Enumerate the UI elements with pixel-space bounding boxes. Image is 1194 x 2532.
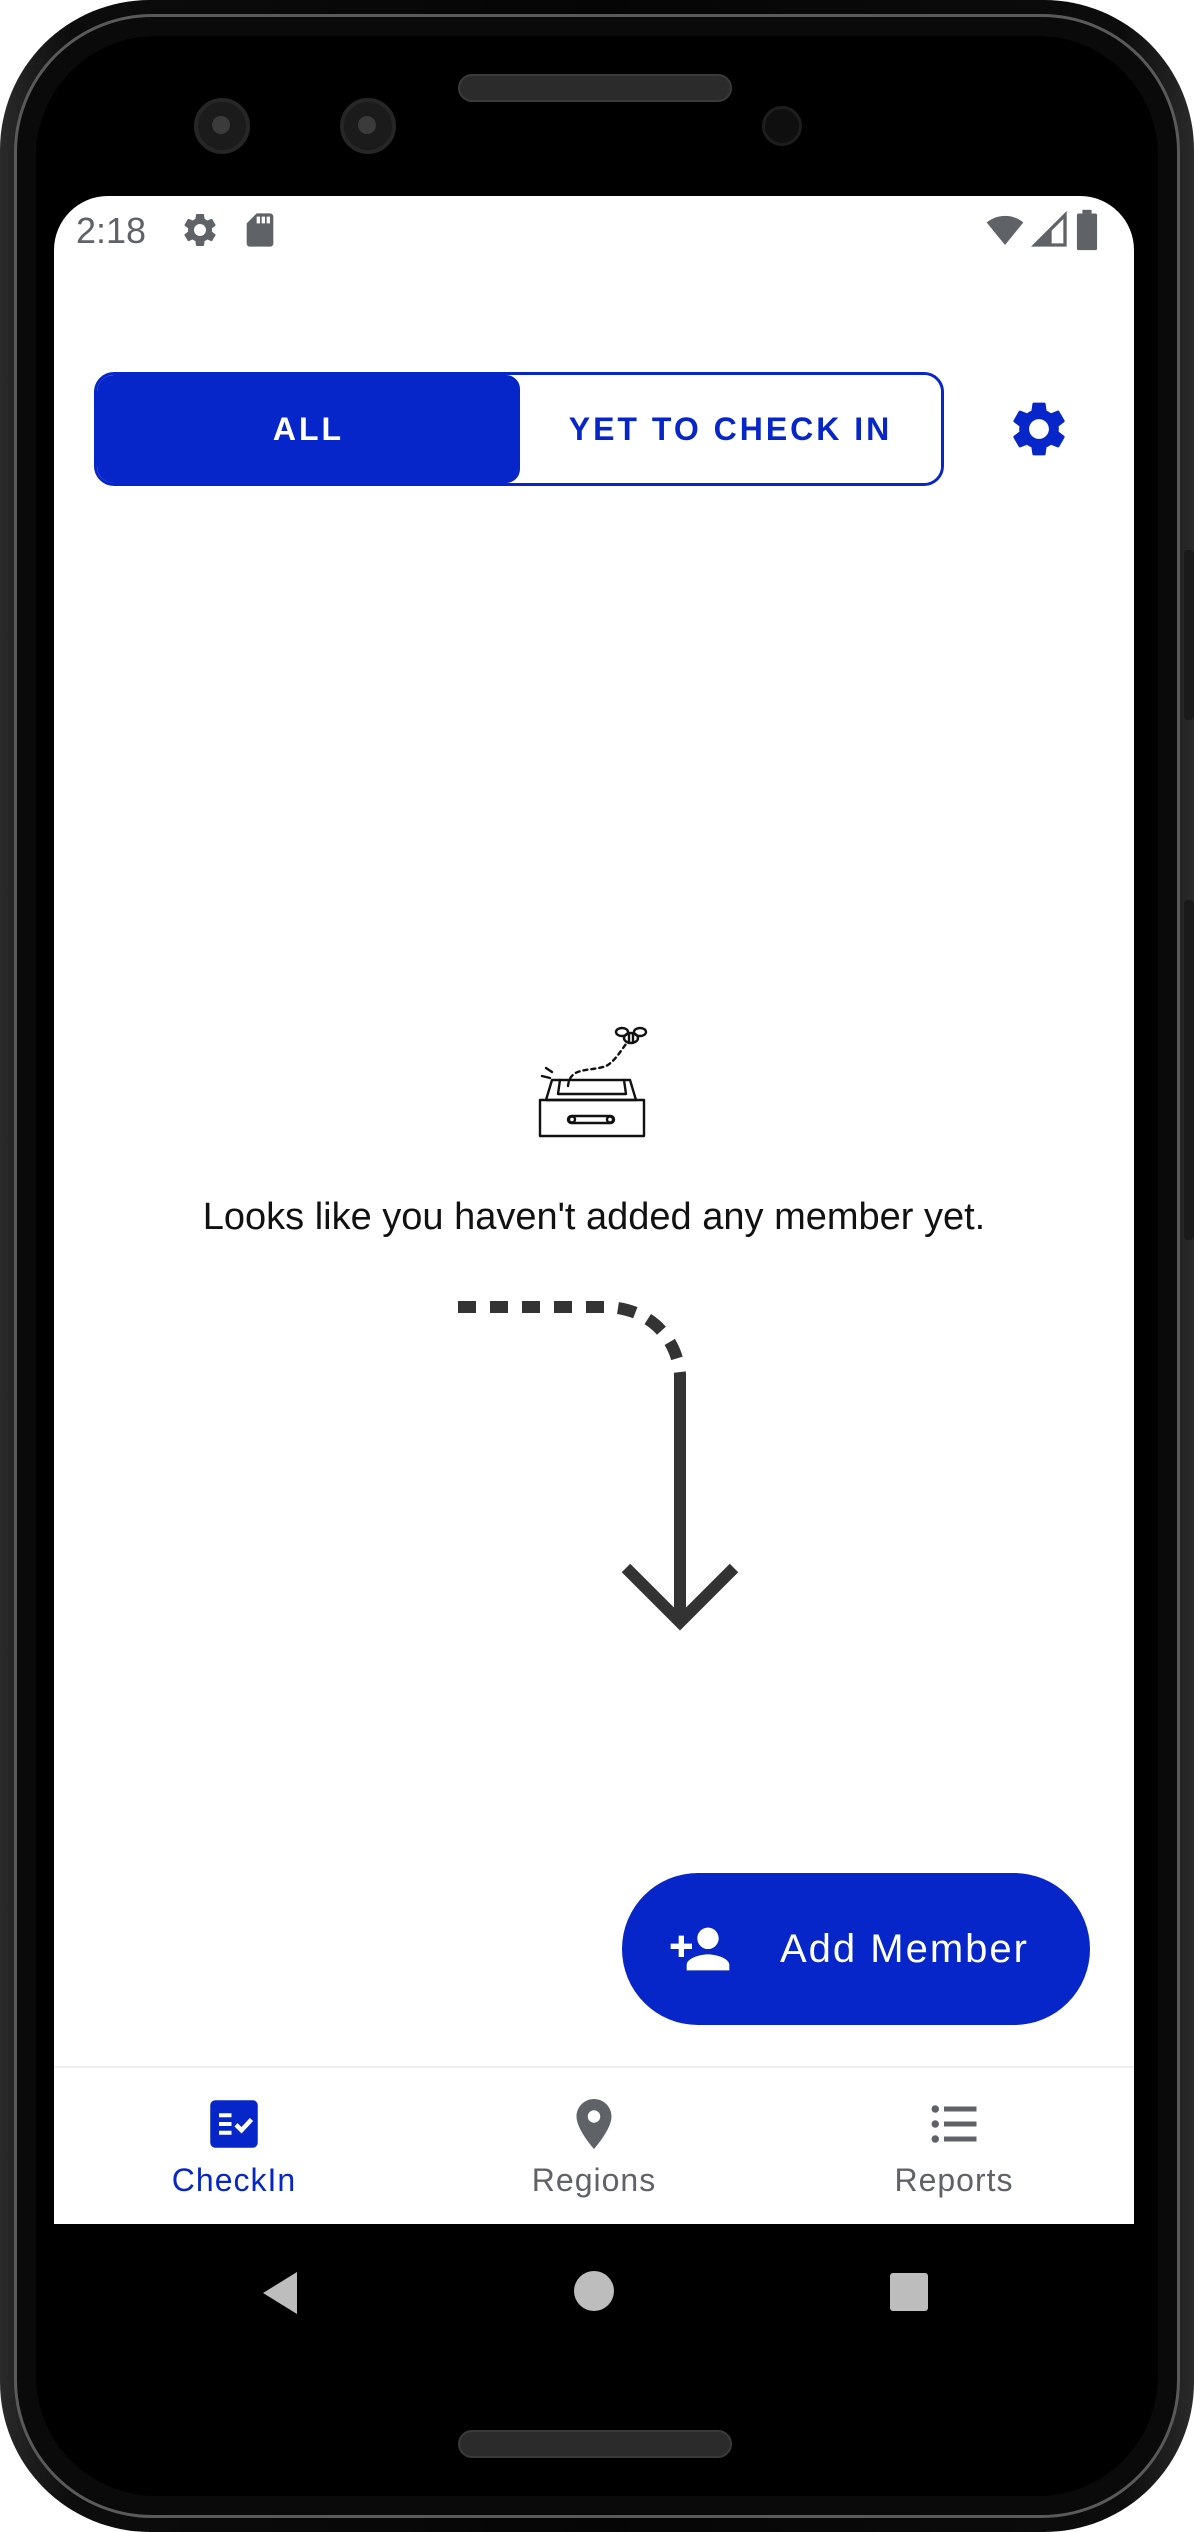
bottom-navigation: CheckIn Regions Reports (54, 2066, 1134, 2224)
list-icon (931, 2105, 977, 2143)
nav-label-reports: Reports (894, 2162, 1014, 2198)
empty-box-with-bee-icon (538, 1026, 648, 1138)
tab-all[interactable]: ALL (97, 375, 520, 483)
settings-icon[interactable] (1006, 396, 1072, 462)
status-time: 2:18 (76, 210, 147, 251)
sd-card-icon (246, 213, 274, 247)
recents-icon[interactable] (889, 2272, 929, 2312)
add-person-icon (670, 1927, 730, 1971)
front-camera-right (340, 98, 396, 154)
location-pin-icon (576, 2099, 612, 2149)
home-icon[interactable] (573, 2270, 615, 2312)
battery-icon (1076, 209, 1098, 251)
back-icon[interactable] (257, 2268, 303, 2318)
cellular-signal-icon (1030, 210, 1067, 247)
dashed-curved-arrow-icon (458, 1301, 739, 1631)
nav-label-regions: Regions (531, 2162, 657, 2198)
nav-item-reports[interactable]: Reports (774, 2068, 1134, 2224)
wifi-icon (986, 215, 1024, 245)
nav-item-checkin[interactable]: CheckIn (54, 2068, 414, 2224)
nav-label-checkin: CheckIn (171, 2162, 297, 2198)
member-filter-segmented-control: ALL YET TO CHECK IN (94, 372, 944, 486)
empty-state-message: Looks like you haven't added any member … (202, 1196, 986, 1238)
volume-button (1184, 900, 1194, 1240)
nav-item-regions[interactable]: Regions (414, 2068, 774, 2224)
gear-icon (184, 214, 216, 246)
add-member-label: Add Member (780, 1926, 1029, 1971)
tab-yet-to-check-in[interactable]: YET TO CHECK IN (520, 375, 941, 483)
add-member-button[interactable]: Add Member (622, 1873, 1090, 2025)
power-button (1184, 550, 1194, 720)
bottom-speaker-grille (458, 2430, 732, 2458)
top-speaker-grille (458, 74, 732, 102)
app-screen: 2:18 ALL YET TO CHECK IN Looks like you … (54, 196, 1134, 2224)
proximity-sensor (762, 106, 802, 146)
front-camera-left (194, 98, 250, 154)
checklist-icon (210, 2100, 258, 2148)
system-navigation-bar (54, 2224, 1134, 2356)
